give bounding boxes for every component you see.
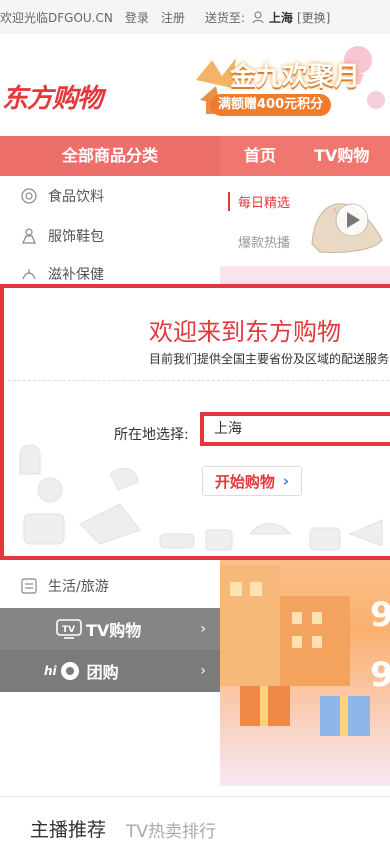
food-icon xyxy=(21,188,37,204)
category-label: 滋补保健 xyxy=(48,267,104,283)
main-nav: 全部商品分类 首页 TV购物 xyxy=(0,136,390,176)
chevron-right-icon: › xyxy=(200,621,206,637)
header: 东方购物 金九欢聚月 满额赠400元积分 xyxy=(0,34,390,136)
login-link[interactable]: 登录 xyxy=(125,9,149,26)
modal-title: 欢迎来到东方购物 xyxy=(149,318,341,346)
nav-tv-shopping[interactable]: TV购物 xyxy=(314,136,369,176)
shoe-product-image[interactable] xyxy=(304,184,390,262)
top-bar: 欢迎光临DFGOU.CN 登录 注册 送货至: 上海 [更换] xyxy=(0,0,390,34)
banner-title: 金九欢聚月 xyxy=(230,62,361,92)
ship-to-label: 送货至: xyxy=(204,10,245,25)
category-clothing[interactable]: 服饰鞋包 xyxy=(20,226,104,246)
start-shopping-label: 开始购物 xyxy=(214,472,275,491)
tv-shopping-label: TV购物 xyxy=(86,621,142,640)
location-label: 所在地选择: xyxy=(114,427,189,443)
nav-home[interactable]: 首页 xyxy=(244,136,276,176)
modal-divider xyxy=(8,380,390,381)
chevron-right-icon: › xyxy=(282,472,290,490)
clothing-icon xyxy=(22,228,36,244)
list-icon xyxy=(21,578,37,594)
tv-group-block: TV TV购物 › hi 团购 › xyxy=(0,608,220,692)
promo-banner[interactable]: 金九欢聚月 满额赠400元积分 xyxy=(192,40,390,130)
group-buy-label: 团购 xyxy=(86,663,119,682)
tab-hot-sellers[interactable]: 爆款热播 xyxy=(238,232,290,251)
category-label: 食品饮料 xyxy=(48,189,104,205)
category-label: 生活/旅游 xyxy=(48,579,109,595)
banner-subtitle: 满额赠400元积分 xyxy=(210,94,332,116)
hi-logo-text: hi xyxy=(44,664,57,678)
welcome-text: 欢迎光临DFGOU.CN xyxy=(0,10,113,25)
category-label: 服饰鞋包 xyxy=(48,229,104,245)
group-buy-link[interactable]: hi 团购 › xyxy=(0,650,220,692)
household-items-watermark xyxy=(19,444,383,551)
location-select[interactable]: 上海 xyxy=(200,412,390,446)
group-buy-icon xyxy=(60,662,79,680)
page: 欢迎光临DFGOU.CN 登录 注册 送货至: 上海 [更换] 东方购物 金九欢… xyxy=(0,0,390,844)
category-health[interactable]: 滋补保健 xyxy=(20,264,104,284)
bottom-tabs: 主播推荐 TV热卖排行 xyxy=(0,796,390,844)
daily-picks-panel: 每日精选 爆款热播 xyxy=(224,178,390,266)
svg-text:TV: TV xyxy=(62,625,75,635)
register-link[interactable]: 注册 xyxy=(161,9,185,26)
svg-text:9: 9 xyxy=(370,595,390,635)
modal-subtitle: 目前我们提供全国主要省份及区域的配送服务 xyxy=(149,352,390,366)
tab-host-recommend[interactable]: 主播推荐 xyxy=(30,815,106,842)
svg-text:9: 9 xyxy=(370,655,390,695)
tab-daily-picks[interactable]: 每日精选 xyxy=(228,192,290,211)
chevron-right-icon: › xyxy=(200,663,206,679)
current-city[interactable]: 上海 xyxy=(269,9,293,26)
health-icon xyxy=(22,269,36,280)
start-shopping-button[interactable]: 开始购物 › xyxy=(202,466,302,496)
tab-tv-bestsellers[interactable]: TV热卖排行 xyxy=(126,817,216,842)
category-food[interactable]: 食品饮料 xyxy=(20,186,104,206)
site-logo[interactable]: 东方购物 xyxy=(2,78,103,115)
all-categories-tab[interactable]: 全部商品分类 xyxy=(0,136,220,176)
location-icon xyxy=(252,11,264,24)
tv-icon: TV xyxy=(56,619,82,639)
tv-shopping-link[interactable]: TV TV购物 › xyxy=(0,608,220,650)
location-modal: 欢迎来到东方购物 目前我们提供全国主要省份及区域的配送服务 所在地选择: 上海 … xyxy=(0,284,390,560)
category-life-travel[interactable]: 生活/旅游 xyxy=(20,576,109,596)
change-city-link[interactable]: [更换] xyxy=(297,9,330,26)
